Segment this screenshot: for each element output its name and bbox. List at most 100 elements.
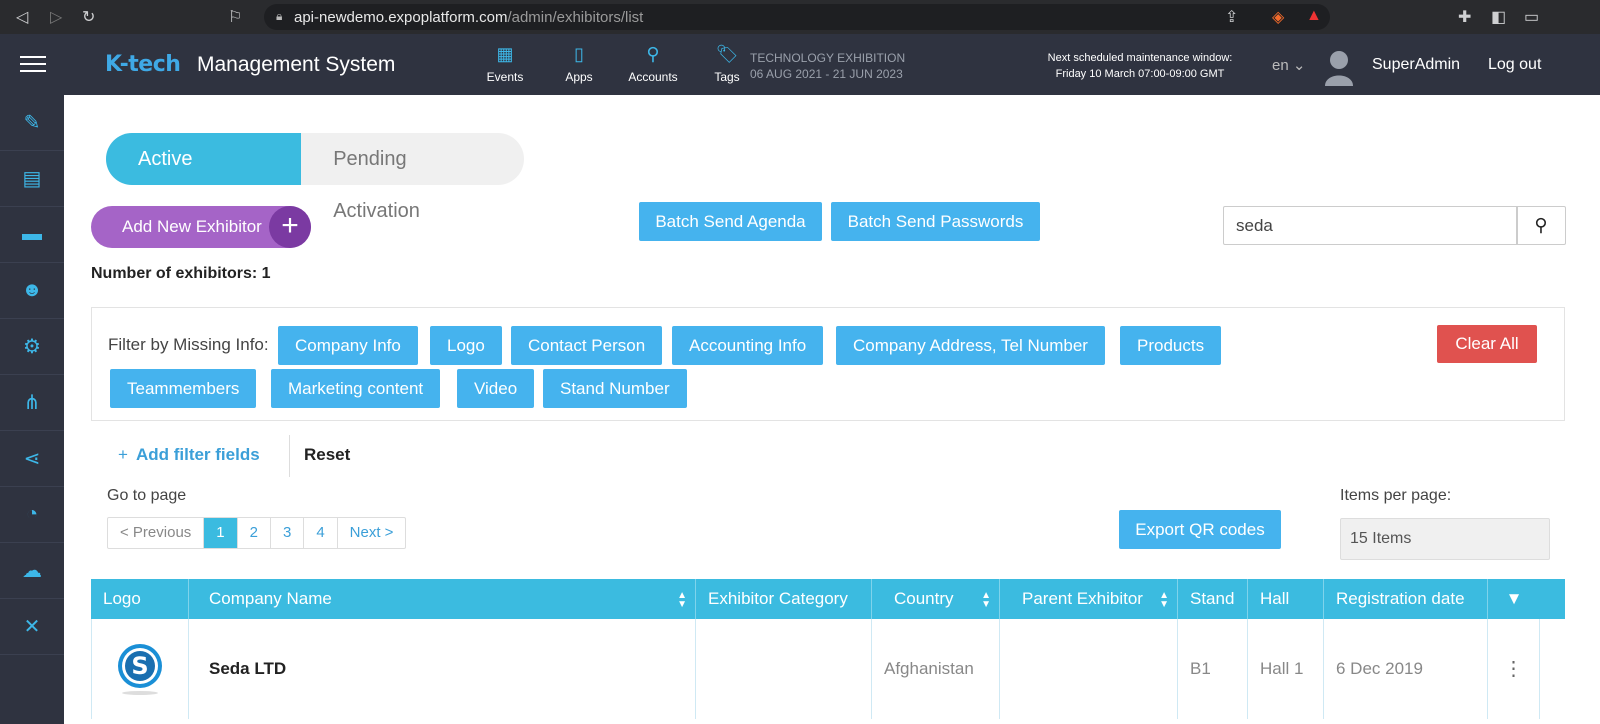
row-actions-menu-icon[interactable]: ⋮ (1488, 619, 1540, 719)
column-company-name[interactable]: Company Name ▲ ▼ (189, 579, 696, 619)
table-row[interactable]: S Seda LTD Afghanistan B1 Hall 1 6 Dec 2… (91, 619, 1565, 719)
plus-icon: + (269, 206, 311, 248)
forward-icon[interactable]: ▷ (50, 7, 62, 27)
sitemap-icon: ⋔ (23, 392, 41, 414)
sort-icon: ▲ ▼ (981, 590, 991, 610)
filter-chip-marketing-content[interactable]: Marketing content (271, 369, 441, 408)
svg-text:S: S (131, 652, 148, 680)
batch-send-agenda-button[interactable]: Batch Send Agenda (639, 202, 822, 241)
language-select[interactable]: en ⌄ (1272, 56, 1305, 74)
brave-rewards-icon[interactable]: ▲ (1306, 7, 1322, 25)
app-header: K-tech Management System ▦ Events ▯ Apps ⚲… (0, 34, 1600, 95)
users-icon: ☻ (21, 279, 43, 301)
bookmark-icon[interactable]: ⚐ (228, 7, 242, 27)
filter-chip-teammembers[interactable]: Teammembers (110, 369, 257, 408)
page-button-2[interactable]: 2 (238, 518, 271, 548)
address-bar[interactable]: 🔒︎ api-newdemo.expoplatform.com/admin/ex… (264, 4, 1330, 30)
gear-icon: ⚙ (23, 336, 41, 358)
reload-icon[interactable]: ↻ (82, 7, 95, 27)
filter-chip-accounting-info[interactable]: Accounting Info (672, 326, 824, 365)
browser-toolbar: ◁ ▷ ↻ ⚐ 🔒︎ api-newdemo.expoplatform.com/… (0, 0, 1600, 34)
back-icon[interactable]: ◁ (16, 7, 28, 27)
url-text: api-newdemo.expoplatform.com/admin/exhib… (294, 9, 644, 26)
lock-icon: 🔒︎ (276, 9, 283, 23)
event-info[interactable]: TECHNOLOGY EXHIBITION 06 AUG 2021 - 21 J… (750, 50, 905, 82)
filter-chip-company-address[interactable]: Company Address, Tel Number (836, 326, 1105, 365)
sidebar-item-upload[interactable]: ☁ (0, 543, 64, 599)
share-page-icon[interactable]: ⇪ (1225, 7, 1238, 27)
sidebar-item-users[interactable]: ☻ (0, 263, 64, 319)
column-stand: Stand (1178, 579, 1248, 619)
sidebar-item-share[interactable]: ⋖ (0, 431, 64, 487)
batch-send-passwords-button[interactable]: Batch Send Passwords (831, 202, 1040, 241)
column-country[interactable]: Country ▲ ▼ (872, 579, 1000, 619)
column-exhibitor-category: Exhibitor Category (696, 579, 872, 619)
previous-page-button[interactable]: < Previous (108, 518, 205, 548)
sidebar-item-schedule[interactable]: ▤ (0, 151, 64, 207)
items-per-page-label: Items per page: (1340, 487, 1452, 504)
user-name[interactable]: SuperAdmin (1372, 56, 1460, 74)
tab-active-exhibitors[interactable]: Active Exhibitors (106, 133, 302, 222)
top-nav: ▦ Events ▯ Apps ⚲ Accounts 🏷︎ Tags (468, 44, 764, 84)
logout-link[interactable]: Log out (1488, 56, 1541, 74)
maintenance-notice: Next scheduled maintenance window: Frida… (1047, 52, 1233, 80)
divider (289, 435, 290, 477)
sidebar-toggle-icon[interactable]: ◧ (1491, 7, 1506, 27)
nav-accounts[interactable]: ⚲ Accounts (616, 44, 690, 84)
clear-all-button[interactable]: Clear All (1437, 325, 1537, 363)
nav-events[interactable]: ▦ Events (468, 44, 542, 84)
plus-icon: + (118, 445, 128, 464)
mobile-icon: ▯ (574, 44, 584, 64)
calendar-board-icon: ▤ (22, 168, 42, 190)
nav-apps[interactable]: ▯ Apps (542, 44, 616, 84)
menu-icon[interactable] (20, 56, 46, 74)
search-button[interactable]: ⚲ (1516, 206, 1566, 245)
pagination: < Previous 1 2 3 4 Next > (107, 517, 407, 549)
page-button-4[interactable]: 4 (304, 518, 338, 548)
sidebar-item-edit[interactable]: ✎ (0, 95, 64, 151)
main-content: Active Exhibitors Pending Activation Add… (64, 95, 1600, 724)
sidebar-item-accommodation[interactable]: ▬ (0, 207, 64, 263)
filter-chip-contact-person[interactable]: Contact Person (511, 326, 663, 365)
exhibitors-table: Logo Company Name ▲ ▼ Exhibitor Category C… (91, 579, 1565, 719)
wallet-icon[interactable]: ▭ (1524, 7, 1539, 27)
filter-icon[interactable]: ▼ (1488, 579, 1540, 619)
parent-exhibitor-cell (1000, 619, 1178, 719)
items-per-page-select[interactable]: 15 Items (1340, 518, 1550, 560)
avatar[interactable] (1322, 48, 1356, 86)
column-logo: Logo (91, 579, 189, 619)
tools-icon: ✕ (23, 616, 41, 638)
filter-chip-company-info[interactable]: Company Info (278, 326, 418, 365)
column-parent-exhibitor[interactable]: Parent Exhibitor ▲ ▼ (1000, 579, 1178, 619)
search-input[interactable]: seda (1223, 206, 1518, 245)
brave-shield-icon[interactable]: ◈ (1272, 7, 1284, 27)
page-button-1[interactable]: 1 (204, 518, 238, 548)
filter-chip-stand-number[interactable]: Stand Number (543, 369, 687, 408)
extensions-icon[interactable]: ✚ (1458, 7, 1471, 27)
company-name-cell[interactable]: Seda LTD (189, 619, 696, 719)
reset-link[interactable]: Reset (304, 445, 350, 465)
page-button-3[interactable]: 3 (271, 518, 305, 548)
filter-label: Filter by Missing Info: (108, 335, 269, 354)
country-cell: Afghanistan (872, 619, 1000, 719)
category-cell (696, 619, 872, 719)
export-qr-codes-button[interactable]: Export QR codes (1119, 510, 1281, 549)
sidebar-item-dashboard[interactable]: ◔ (0, 487, 64, 543)
sidebar-item-tools[interactable]: ✕ (0, 599, 64, 655)
registration-date-cell: 6 Dec 2019 (1324, 619, 1488, 719)
add-filter-fields-link[interactable]: + Add filter fields (118, 445, 260, 465)
missing-info-filter-panel: Filter by Missing Info: Company Info Log… (91, 307, 1565, 421)
brand-logo[interactable]: K-tech (105, 52, 181, 77)
bed-icon: ▬ (22, 223, 42, 245)
filter-chip-logo[interactable]: Logo (430, 326, 502, 365)
next-page-button[interactable]: Next > (338, 518, 406, 548)
filter-chip-products[interactable]: Products (1120, 326, 1222, 365)
sidebar-item-structure[interactable]: ⋔ (0, 375, 64, 431)
cloud-upload-icon: ☁ (22, 560, 42, 582)
table-header: Logo Company Name ▲ ▼ Exhibitor Category C… (91, 579, 1565, 619)
sidebar-item-settings[interactable]: ⚙ (0, 319, 64, 375)
add-new-exhibitor-button[interactable]: Add New Exhibitor + (91, 206, 311, 248)
filter-chip-video[interactable]: Video (457, 369, 535, 408)
exhibitor-tabs: Active Exhibitors Pending Activation (106, 133, 524, 222)
tab-pending-activation[interactable]: Pending Activation (301, 133, 524, 222)
